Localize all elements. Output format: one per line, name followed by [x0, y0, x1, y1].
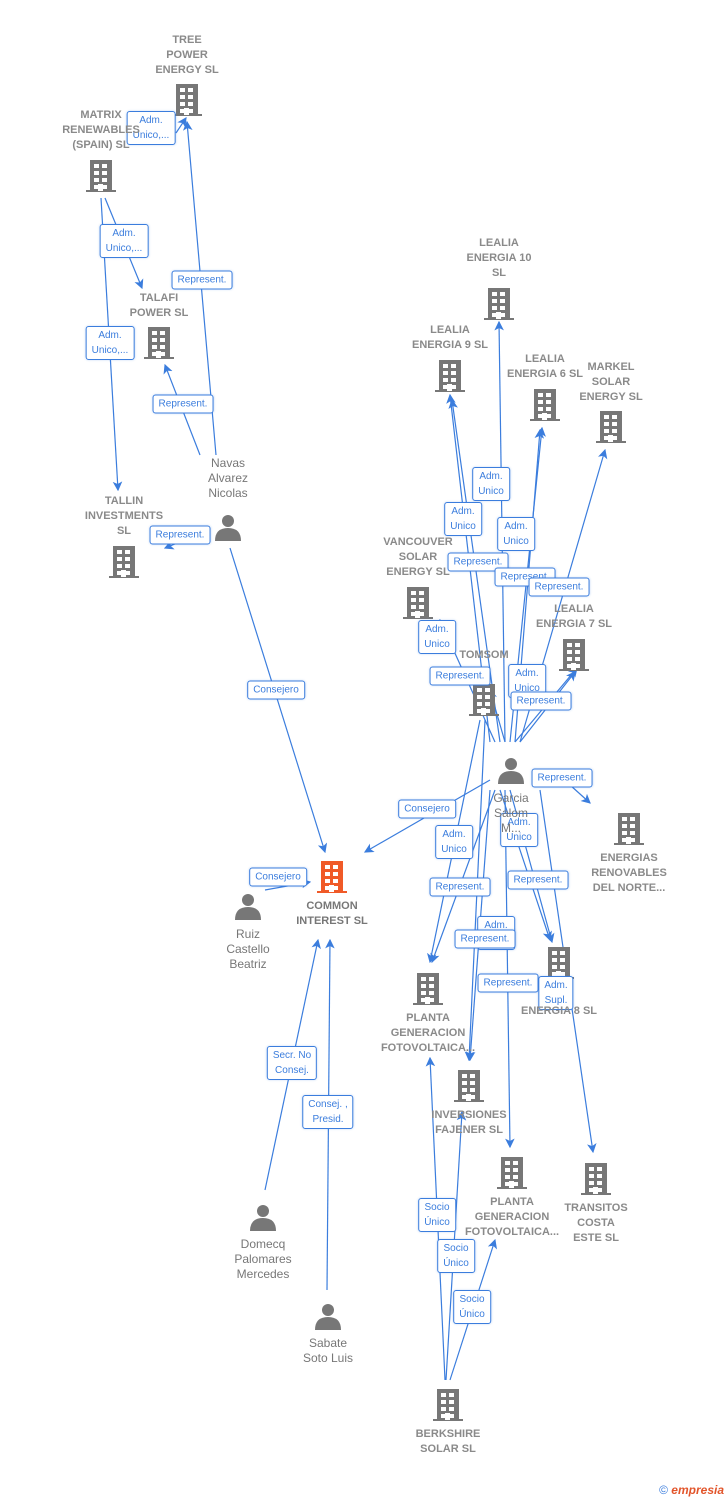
edge-label[interactable]: Consejero [249, 867, 307, 887]
node-label-lealia9[interactable]: LEALIA ENERGIA 9 SL [412, 323, 488, 353]
edge-label[interactable]: Consej. , Presid. [302, 1095, 354, 1129]
building-icon[interactable] [413, 973, 443, 1005]
edge-garcia-energias [569, 784, 591, 804]
edge-label[interactable]: Adm. Unico,... [99, 224, 149, 258]
building-icon[interactable] [403, 587, 433, 619]
edge-label[interactable]: Adm. Unico [435, 825, 473, 859]
edge-label[interactable]: Adm. Unico [472, 467, 510, 501]
node-label-energia8[interactable]: ENERGIA 8 SL [521, 1004, 597, 1019]
edge-label[interactable]: Represent. [528, 577, 590, 597]
copyright: © empresia [659, 1483, 724, 1497]
edge-navas-common [229, 547, 328, 854]
building-icon[interactable] [544, 947, 574, 979]
edge-label[interactable]: Socio Único [418, 1198, 456, 1232]
node-label-tomsom[interactable]: TOMSOM [459, 648, 508, 663]
edge-label[interactable]: Represent. [429, 666, 491, 686]
building-icon[interactable] [596, 411, 626, 443]
node-label-matrix[interactable]: MATRIX RENEWABLES (SPAIN) SL [62, 108, 140, 153]
building-icon[interactable] [497, 1157, 527, 1189]
node-label-transitos[interactable]: TRANSITOS COSTA ESTE SL [564, 1201, 627, 1246]
node-label-lealia10[interactable]: LEALIA ENERGIA 10 SL [466, 236, 531, 281]
node-label-garcia[interactable]: Garcia Salom M... [493, 791, 528, 836]
edge-label[interactable]: Represent. [454, 929, 516, 949]
node-label-lealia7[interactable]: LEALIA ENERGIA 7 SL [536, 602, 612, 632]
node-label-ruiz[interactable]: Ruiz Castello Beatriz [226, 927, 269, 972]
edge-label[interactable]: Represent. [531, 768, 593, 788]
edge-label[interactable]: Represent. [171, 270, 233, 290]
node-label-domecq[interactable]: Domecq Palomares Mercedes [234, 1237, 291, 1282]
building-icon[interactable] [144, 327, 174, 359]
edge-label[interactable]: Consejero [247, 680, 305, 700]
copyright-symbol: © [659, 1483, 668, 1497]
node-label-sabate[interactable]: Sabate Soto Luis [303, 1336, 353, 1366]
node-label-planta1[interactable]: PLANTA GENERACION FOTOVOLTAICA... [381, 1011, 475, 1056]
node-label-navas[interactable]: Navas Alvarez Nicolas [208, 456, 248, 501]
edge-label[interactable]: Represent. [152, 394, 214, 414]
person-icon[interactable] [215, 515, 241, 541]
building-icon[interactable] [433, 1389, 463, 1421]
edge-label[interactable]: Socio Único [437, 1239, 475, 1273]
building-icon[interactable] [454, 1070, 484, 1102]
node-label-inversiones[interactable]: INVERSIONES FAJENER SL [431, 1108, 506, 1138]
node-label-tree[interactable]: TREE POWER ENERGY SL [155, 33, 218, 78]
edge-label[interactable]: Represent. [477, 973, 539, 993]
edge-matrix-tree [175, 117, 187, 134]
building-icon[interactable] [86, 160, 116, 192]
node-label-common[interactable]: COMMON INTEREST SL [296, 899, 368, 929]
edge-label[interactable]: Adm. Unico [497, 517, 535, 551]
building-icon[interactable] [435, 360, 465, 392]
building-icon[interactable] [469, 684, 499, 716]
building-icon[interactable] [581, 1163, 611, 1195]
focus-company-building-icon[interactable] [317, 861, 347, 893]
person-icon[interactable] [235, 894, 261, 920]
edge-label[interactable]: Adm. Unico,... [85, 326, 135, 360]
node-label-berkshire[interactable]: BERKSHIRE SOLAR SL [416, 1427, 481, 1457]
edge-label[interactable]: Secr. No Consej. [266, 1046, 318, 1080]
building-icon[interactable] [614, 813, 644, 845]
edge-label[interactable]: Adm. Unico [418, 620, 456, 654]
network-diagram: Adm. Unico,... Adm. Unico,... Represent. Re… [0, 0, 728, 1500]
person-icon[interactable] [498, 758, 524, 784]
edge-label[interactable]: Adm. Unico [444, 502, 482, 536]
edge-label[interactable]: Represent. [510, 691, 572, 711]
node-label-planta2[interactable]: PLANTA GENERACION FOTOVOLTAICA... [465, 1195, 559, 1240]
person-icon[interactable] [315, 1304, 341, 1330]
edge-label[interactable]: Consejero [398, 799, 456, 819]
building-icon[interactable] [484, 288, 514, 320]
edge-label[interactable]: Socio Único [453, 1290, 491, 1324]
building-icon[interactable] [530, 389, 560, 421]
node-label-markel[interactable]: MARKEL SOLAR ENERGY SL [579, 360, 642, 405]
building-icon[interactable] [172, 84, 202, 116]
node-label-talafi[interactable]: TALAFI POWER SL [130, 291, 189, 321]
building-icon[interactable] [109, 546, 139, 578]
node-label-tallin[interactable]: TALLIN INVESTMENTS SL [85, 494, 163, 539]
brand-logo: empresia [671, 1483, 724, 1497]
edge-label[interactable]: Represent. [429, 877, 491, 897]
person-icon[interactable] [250, 1205, 276, 1231]
building-icon[interactable] [559, 639, 589, 671]
edge-label[interactable]: Represent. [507, 870, 569, 890]
node-label-energias[interactable]: ENERGIAS RENOVABLES DEL NORTE... [591, 851, 667, 896]
node-label-lealia6[interactable]: LEALIA ENERGIA 6 SL [507, 352, 583, 382]
node-label-vancouver[interactable]: VANCOUVER SOLAR ENERGY SL [383, 535, 452, 580]
